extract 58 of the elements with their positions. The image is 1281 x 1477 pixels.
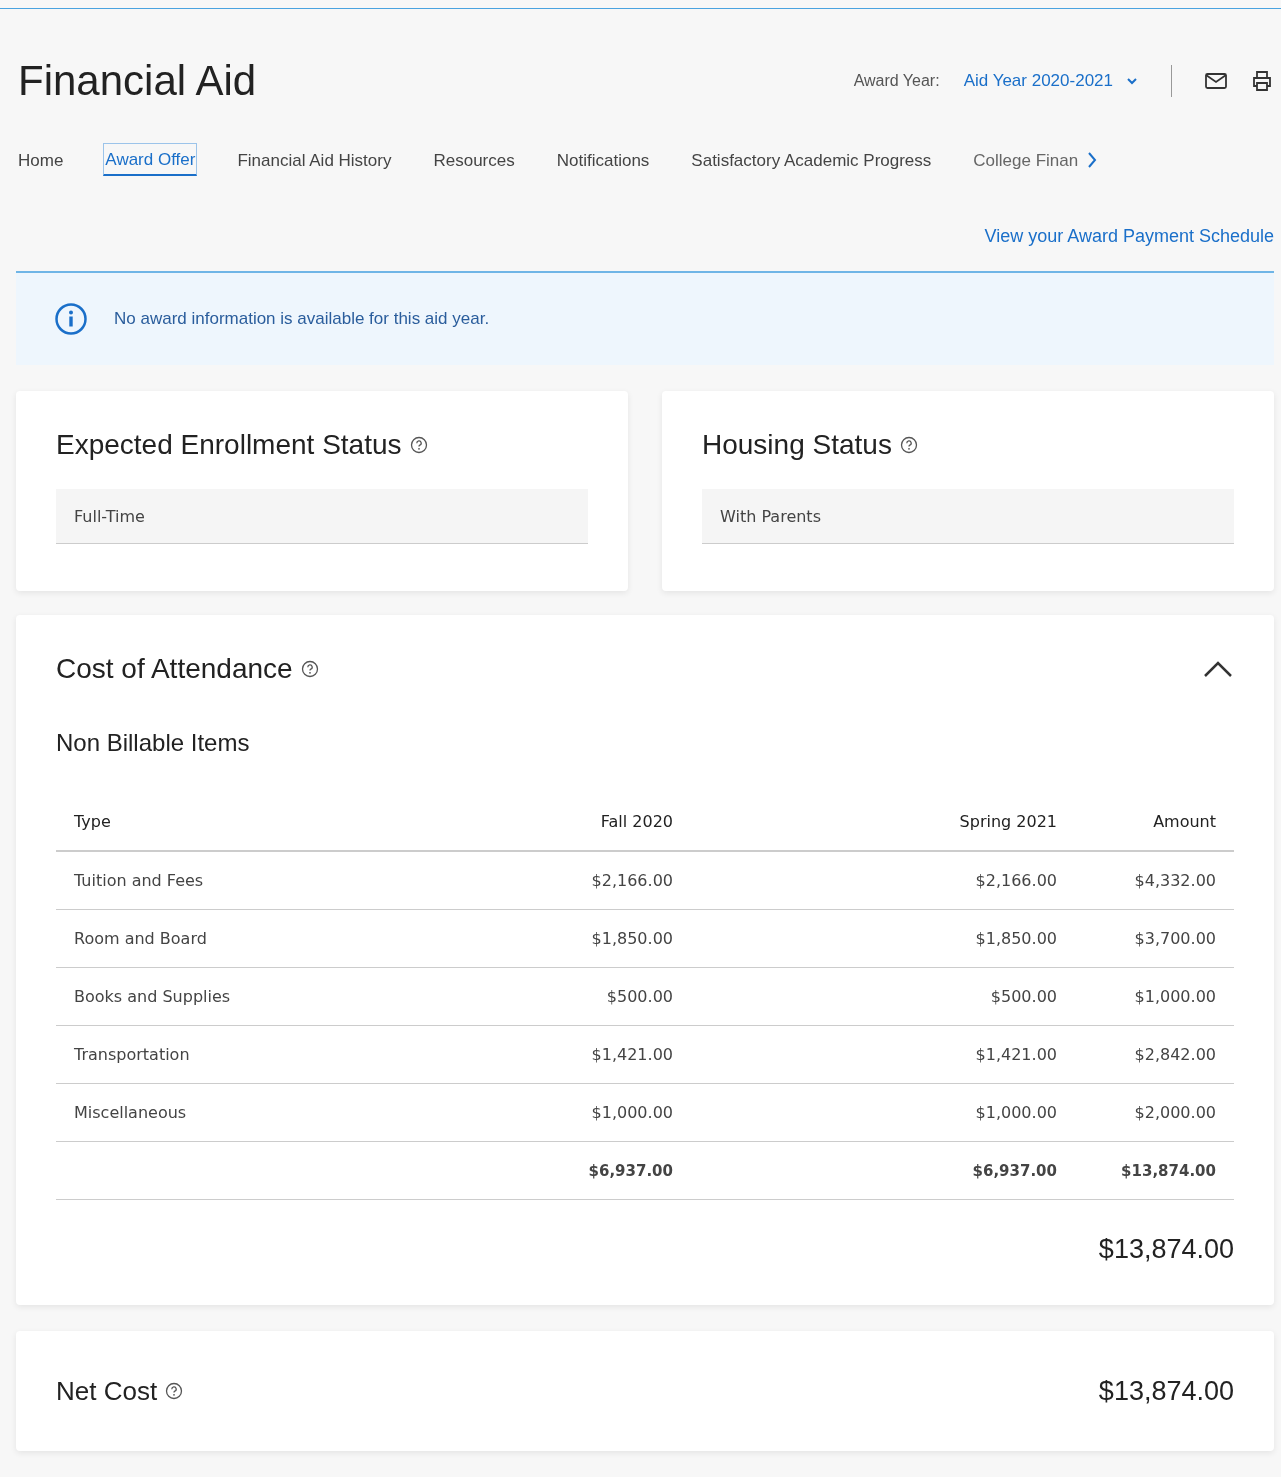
info-icon xyxy=(54,302,88,336)
payment-schedule-link[interactable]: View your Award Payment Schedule xyxy=(984,226,1274,247)
table-cell-text: Miscellaneous xyxy=(73,1103,188,1122)
award-year-dropdown[interactable]: Aid Year 2020-2021 xyxy=(963,71,1139,91)
help-icon[interactable] xyxy=(409,436,428,454)
table-cell-text: $4,332.00 xyxy=(1133,871,1217,890)
nav-tab[interactable]: Award Offer xyxy=(103,143,198,176)
help-icon[interactable] xyxy=(899,436,918,454)
award-year-label: Award Year: xyxy=(853,72,940,90)
status-field: With Parents xyxy=(702,489,1234,544)
total-cell-text: $13,874.00 xyxy=(1120,1161,1217,1180)
table-cell-text: $1,850.00 xyxy=(974,929,1057,948)
table-cell-text: $3,700.00 xyxy=(1133,929,1217,948)
nav-tab[interactable]: College Finan xyxy=(971,143,1081,176)
table-cell-text: $1,850.00 xyxy=(590,929,673,948)
print-icon[interactable] xyxy=(1250,69,1274,93)
nav-tab[interactable]: Notifications xyxy=(554,143,652,176)
nav-tab[interactable]: Resources xyxy=(431,143,517,176)
nav-tab[interactable]: Home xyxy=(16,143,66,176)
table-cell-text: $500.00 xyxy=(605,987,673,1006)
table-cell-text: $2,000.00 xyxy=(1133,1103,1217,1122)
table-cell-text: Room and Board xyxy=(73,929,208,948)
table-cell-text: $1,000.00 xyxy=(590,1103,673,1122)
nav-tab[interactable]: Financial Aid History xyxy=(235,143,394,176)
section-subtitle: Non Billable Items xyxy=(56,729,251,757)
chevron-right-icon[interactable] xyxy=(1086,150,1099,169)
column-header: Amount xyxy=(1152,812,1217,831)
column-header: Fall 2020 xyxy=(599,812,673,831)
column-header: Spring 2021 xyxy=(958,812,1057,831)
help-icon[interactable] xyxy=(165,1382,184,1400)
net-cost-value: $13,874.00 xyxy=(1098,1375,1234,1407)
status-field: Full-Time xyxy=(56,489,588,544)
grand-total: $13,874.00 xyxy=(1098,1234,1234,1265)
table-cell-text: Tuition and Fees xyxy=(73,871,205,890)
caret-icon xyxy=(1125,76,1139,86)
nav-tab[interactable]: Satisfactory Academic Progress xyxy=(689,143,934,176)
table-cell-text: $2,166.00 xyxy=(590,871,673,890)
table-cell-text: $500.00 xyxy=(989,987,1057,1006)
card-title: Housing Status xyxy=(702,429,892,461)
table-cell-text: $2,842.00 xyxy=(1133,1045,1217,1064)
column-header: Type xyxy=(73,812,112,831)
total-cell-text: $6,937.00 xyxy=(587,1161,673,1180)
card-title: Cost of Attendance xyxy=(56,653,293,685)
mail-icon[interactable] xyxy=(1204,72,1228,90)
table-cell-text: $1,421.00 xyxy=(590,1045,673,1064)
collapse-icon[interactable] xyxy=(1202,659,1234,679)
card-title: Expected Enrollment Status xyxy=(56,429,402,461)
help-icon[interactable] xyxy=(300,660,319,678)
table-cell-text: $1,000.00 xyxy=(1133,987,1217,1006)
page-title: Financial Aid xyxy=(18,57,257,105)
table-cell-text: Transportation xyxy=(73,1045,191,1064)
table-cell-text: $2,166.00 xyxy=(974,871,1057,890)
total-cell-text: $6,937.00 xyxy=(971,1161,1057,1180)
info-message: No award information is available for this aid year. xyxy=(114,309,490,329)
table-cell-text: $1,421.00 xyxy=(974,1045,1057,1064)
table-cell-text: $1,000.00 xyxy=(974,1103,1057,1122)
card-title: Net Cost xyxy=(56,1375,158,1407)
table-cell-text: Books and Supplies xyxy=(73,987,232,1006)
